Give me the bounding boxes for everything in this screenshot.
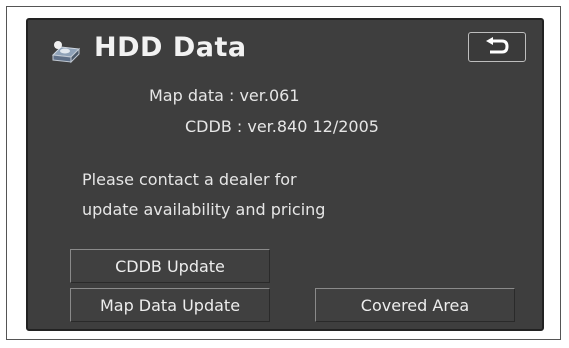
map-data-version: Map data : ver.061 [149,86,300,105]
contact-message-line2: update availability and pricing [82,200,326,219]
navigation-screen: HDD Data Map data : ver.061 CDDB : ver.8… [26,18,544,331]
cddb-version: CDDB : ver.840 12/2005 [185,117,379,136]
back-button[interactable] [468,32,526,62]
hdd-icon [49,37,83,67]
map-data-update-button[interactable]: Map Data Update [70,288,270,322]
contact-message-line1: Please contact a dealer for [82,170,297,189]
cddb-update-button[interactable]: CDDB Update [70,249,270,283]
covered-area-button[interactable]: Covered Area [315,288,515,322]
page-title: HDD Data [94,32,247,63]
return-arrow-icon [486,37,509,54]
